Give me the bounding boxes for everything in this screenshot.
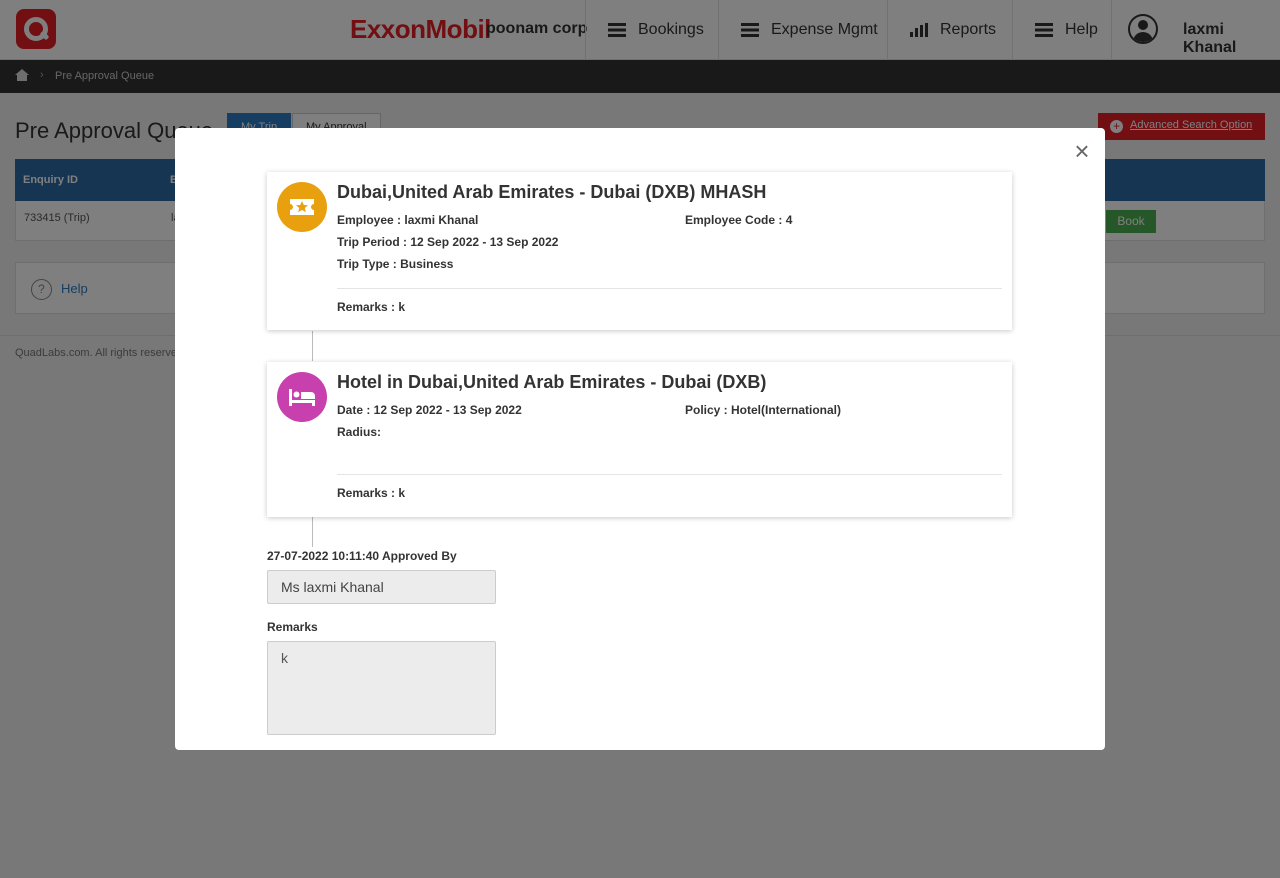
hotel-policy-field: Policy : Hotel(International) [685,403,842,417]
card-divider [337,288,1002,289]
hotel-card: Hotel in Dubai,United Arab Emirates - Du… [267,362,1012,517]
ticket-star-icon [277,182,327,232]
trip-title: Dubai,United Arab Emirates - Dubai (DXB)… [337,182,767,202]
hotel-remarks: Remarks : k [337,486,406,500]
trip-remarks: Remarks : k [337,300,406,314]
hotel-title: Hotel in Dubai,United Arab Emirates - Du… [337,372,767,392]
remarks-label: Remarks [267,620,318,634]
trip-type-field: Trip Type : Business [337,257,454,271]
bed-icon [277,372,327,422]
hotel-date-field: Date : 12 Sep 2022 - 13 Sep 2022 [337,403,522,417]
card-divider [337,474,1002,475]
approval-timestamp: 27-07-2022 10:11:40 Approved By [267,549,457,563]
remarks-field[interactable]: k [267,641,496,735]
approver-field[interactable]: Ms laxmi Khanal [267,570,496,604]
hotel-radius-field: Radius: [337,425,382,439]
trip-period-field: Trip Period : 12 Sep 2022 - 13 Sep 2022 [337,235,559,249]
timeline-connector [312,331,313,361]
employee-field: Employee : laxmi Khanal [337,213,479,227]
timeline-connector [312,517,313,547]
approval-details-modal: × Dubai,United Arab Emirates - Dubai (DX… [175,128,1105,750]
trip-card: Dubai,United Arab Emirates - Dubai (DXB)… [267,172,1012,330]
employee-code-field: Employee Code : 4 [685,213,793,227]
close-icon[interactable]: × [1071,138,1093,164]
